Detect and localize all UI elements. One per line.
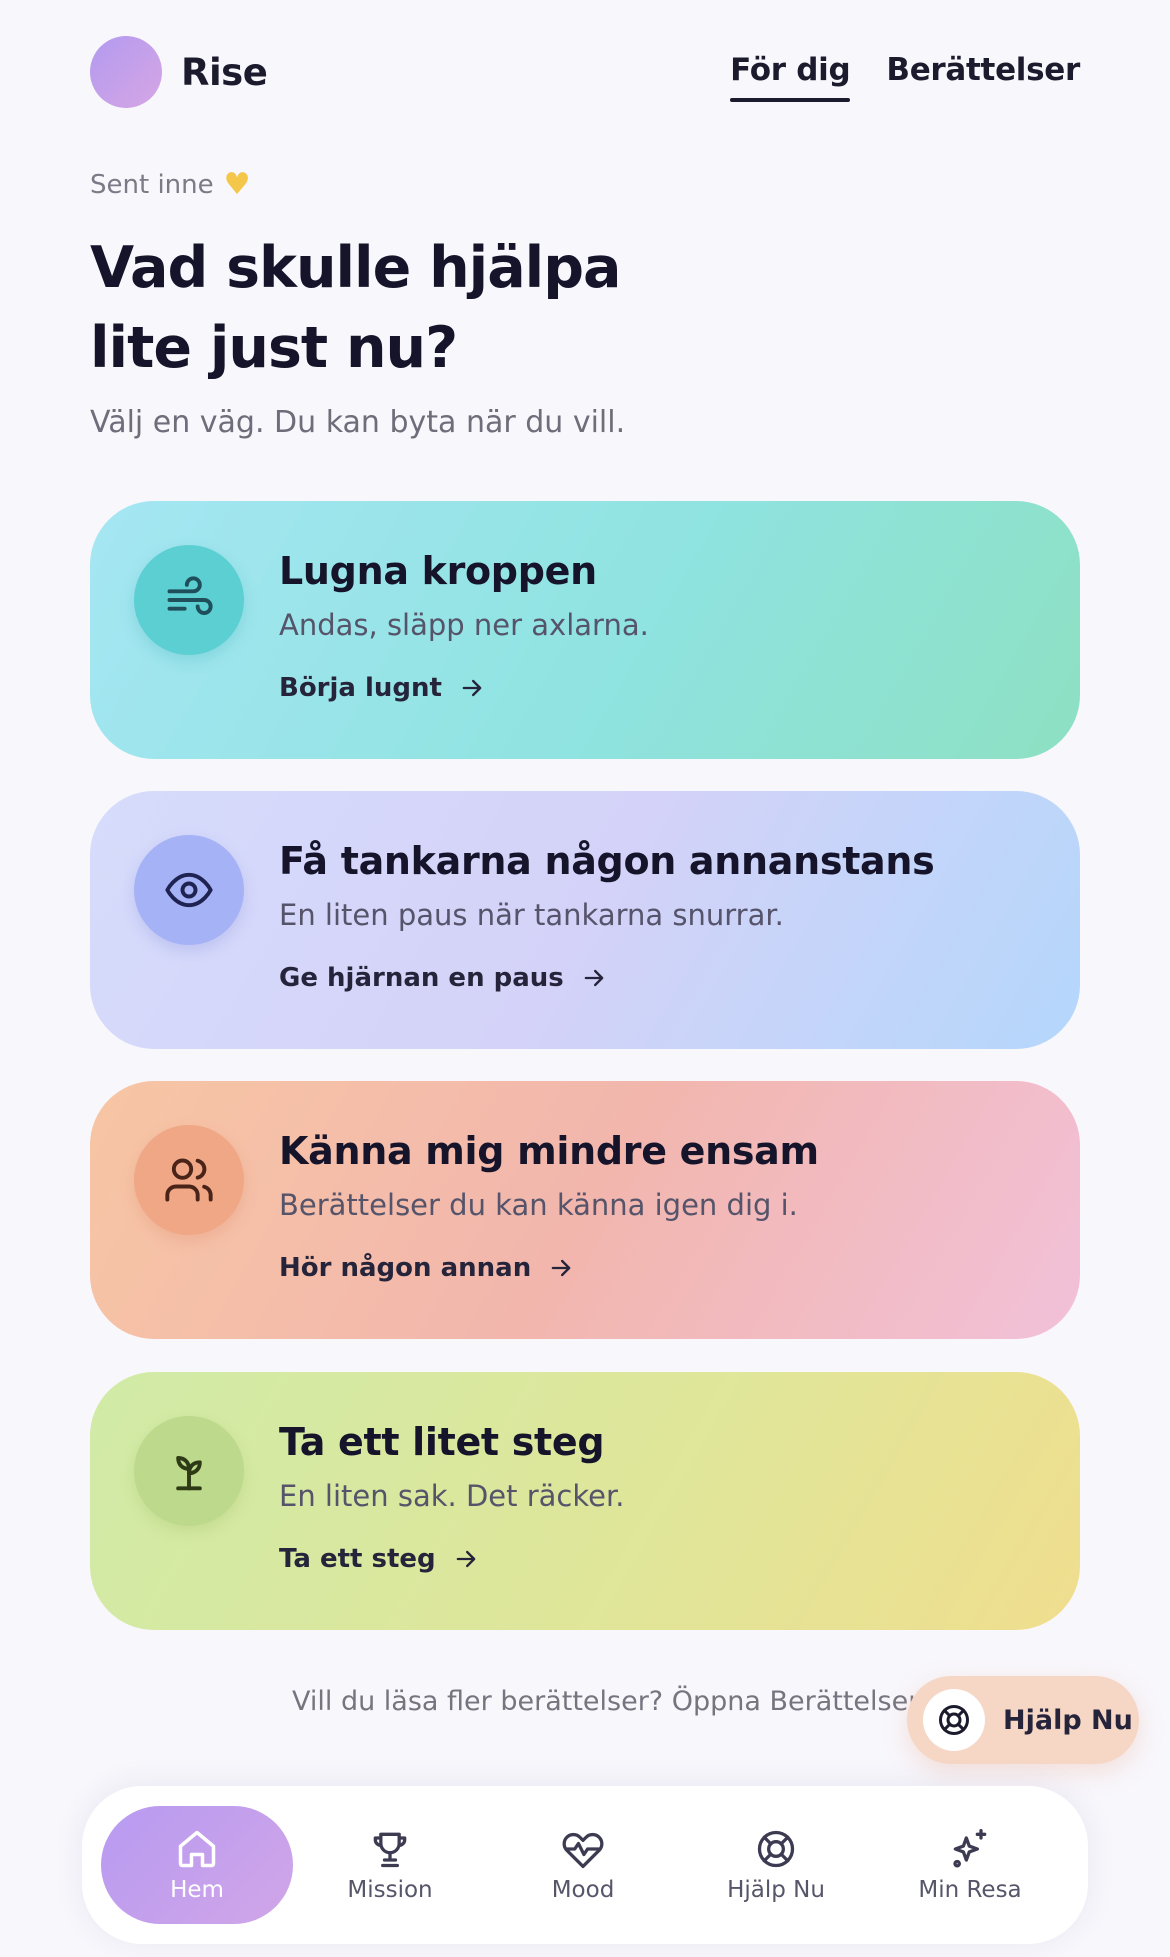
- card-description: Berättelser du kan känna igen dig i.: [279, 1188, 798, 1222]
- tab-berattelser[interactable]: Berättelser: [886, 52, 1080, 92]
- card-description: En liten sak. Det räcker.: [279, 1479, 625, 1513]
- card-less-lonely[interactable]: Känna mig mindre ensam Berättelser du ka…: [90, 1081, 1080, 1339]
- lifebuoy-icon: [923, 1689, 985, 1751]
- arrow-right-icon: [456, 1550, 476, 1568]
- nav-item-label: Mission: [347, 1877, 433, 1903]
- sparkles-icon: [953, 1829, 987, 1868]
- eye-icon: [134, 835, 244, 945]
- card-small-step[interactable]: Ta ett litet steg En liten sak. Det räck…: [90, 1372, 1080, 1630]
- home-icon: [178, 1830, 216, 1868]
- nav-item-label: Hem: [170, 1877, 224, 1903]
- more-stories-link[interactable]: Vill du läsa fler berättelser? Öppna Ber…: [292, 1686, 919, 1717]
- page-title-line-1: Vad skulle hjälpa: [90, 235, 621, 301]
- card-cta-label: Börja lugnt: [279, 673, 442, 703]
- top-bar: Rise För dig Berättelser: [90, 36, 1080, 108]
- card-description: Andas, släpp ner axlarna.: [279, 608, 649, 642]
- card-description: En liten paus när tankarna snurrar.: [279, 898, 784, 932]
- card-cta-link[interactable]: Börja lugnt: [279, 673, 486, 703]
- help-now-button[interactable]: Hjälp Nu: [907, 1676, 1139, 1764]
- card-title: Få tankarna någon annanstans: [279, 839, 935, 883]
- nav-item-hem[interactable]: Hem: [101, 1806, 293, 1924]
- bottom-nav: Hem Mission Mood Hjälp Nu Min Resa: [82, 1786, 1088, 1944]
- nav-item-mission[interactable]: Mission: [294, 1806, 486, 1924]
- card-cta-label: Ge hjärnan en paus: [279, 963, 564, 993]
- nav-item-label: Hjälp Nu: [727, 1877, 825, 1903]
- card-cta-link[interactable]: Ge hjärnan en paus: [279, 963, 608, 993]
- nav-item-label: Min Resa: [918, 1877, 1022, 1903]
- nav-item-mood[interactable]: Mood: [487, 1806, 679, 1924]
- card-distract-mind[interactable]: Få tankarna någon annanstans En liten pa…: [90, 791, 1080, 1049]
- page-subtitle: Välj en väg. Du kan byta när du vill.: [90, 405, 626, 440]
- card-title: Ta ett litet steg: [279, 1420, 605, 1464]
- nav-item-label: Mood: [551, 1877, 615, 1903]
- greeting-text: Sent inne: [90, 170, 214, 200]
- card-calm-body[interactable]: Lugna kroppen Andas, släpp ner axlarna. …: [90, 501, 1080, 759]
- sprout-icon: [134, 1416, 244, 1526]
- yellow-heart-icon: ♥: [223, 167, 251, 202]
- card-title: Lugna kroppen: [279, 549, 597, 593]
- page-title-line-2: lite just nu?: [90, 315, 458, 381]
- nav-item-min-resa[interactable]: Min Resa: [874, 1806, 1066, 1924]
- arrow-right-icon: [551, 1259, 571, 1277]
- trophy-icon: [373, 1832, 407, 1868]
- users-icon: [134, 1125, 244, 1235]
- lifebuoy-icon: [757, 1830, 795, 1868]
- screen: Rise För dig Berättelser Sent inne ♥ Vad…: [0, 0, 1170, 1957]
- brand-name: Rise: [181, 50, 268, 94]
- card-cta-label: Hör någon annan: [279, 1253, 532, 1283]
- arrow-right-icon: [584, 969, 604, 987]
- top-tabs: För dig Berättelser: [730, 36, 1080, 108]
- nav-item-hjalp-nu[interactable]: Hjälp Nu: [680, 1806, 872, 1924]
- logo-icon: [90, 36, 162, 108]
- heart-pulse-icon: [562, 1832, 604, 1869]
- help-now-label: Hjälp Nu: [1003, 1704, 1133, 1736]
- card-cta-link[interactable]: Ta ett steg: [279, 1544, 480, 1574]
- greeting-eyebrow: Sent inne ♥: [90, 167, 251, 202]
- arrow-right-icon: [462, 679, 482, 697]
- card-cta-link[interactable]: Hör någon annan: [279, 1253, 575, 1283]
- tab-for-dig[interactable]: För dig: [730, 52, 851, 102]
- card-title: Känna mig mindre ensam: [279, 1129, 819, 1173]
- page-title: Vad skulle hjälpa lite just nu?: [90, 228, 710, 388]
- wind-icon: [134, 545, 244, 655]
- card-cta-label: Ta ett steg: [279, 1544, 436, 1574]
